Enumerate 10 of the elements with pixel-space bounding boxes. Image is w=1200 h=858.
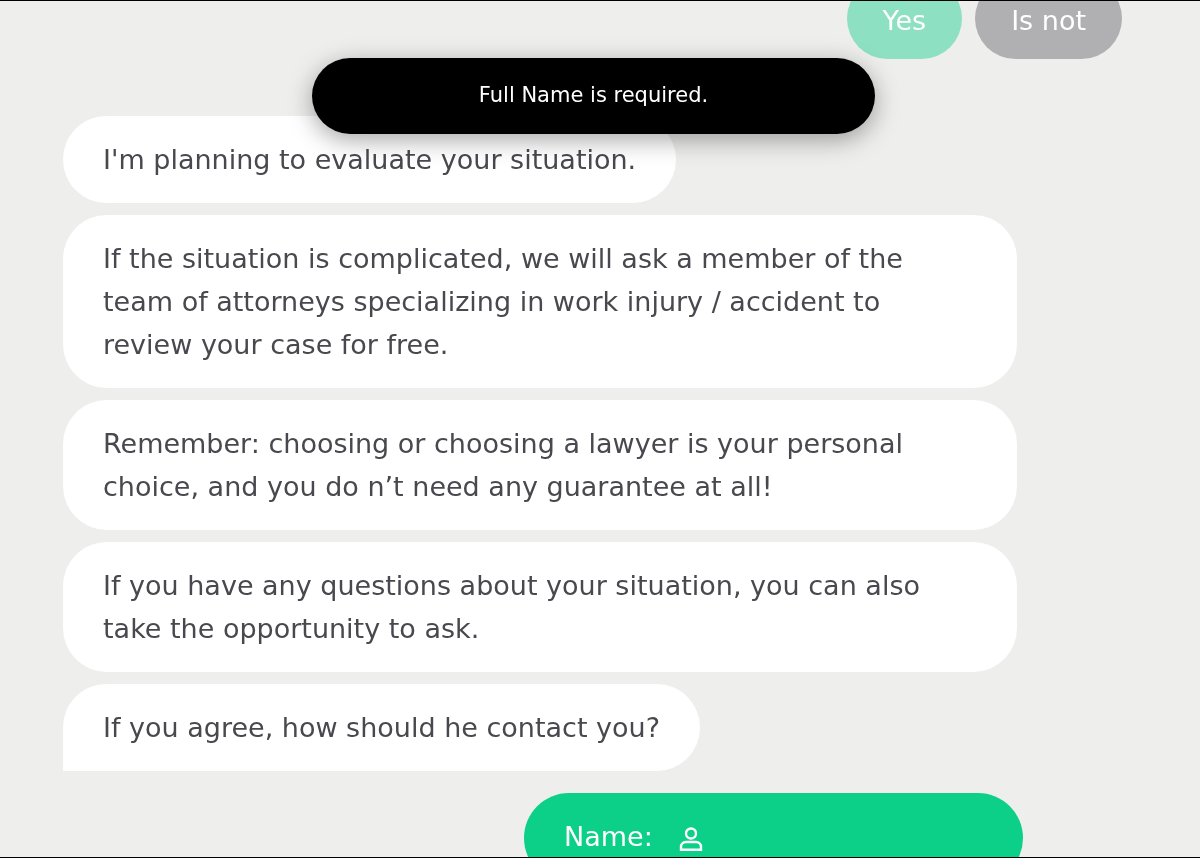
quick-reply-button[interactable]: Is not — [975, 1, 1122, 59]
toast-notification: Full Name is required. — [312, 58, 875, 134]
chat-bubble: If you agree, how should he contact you? — [63, 684, 701, 771]
quick-reply-button[interactable]: Yes — [846, 1, 963, 59]
chat-bubble: If the situation is complicated, we will ask a member of the team of attorneys specializing in work injury / accident to review your case for free. — [63, 215, 1017, 388]
name-field[interactable]: Name: — [524, 793, 1023, 857]
field-label: Name: — [564, 820, 653, 854]
person-icon — [678, 827, 703, 851]
chat-bubble: Remember: choosing or choosing a lawyer is your personal choice, and you do n’t need any guarantee at all! — [63, 400, 1017, 530]
chat-bubble: If you have any questions about your situation, you can also take the opportunity to ask. — [63, 542, 1017, 672]
